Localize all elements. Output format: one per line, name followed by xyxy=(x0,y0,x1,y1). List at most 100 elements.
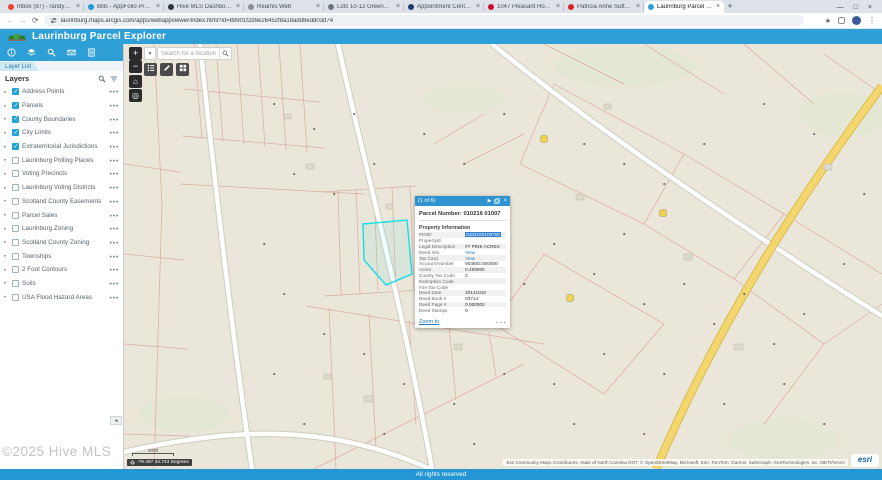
map-viewport[interactable]: + − ⌂ ◎ ▼ (1 of 6) ▶ × xyxy=(124,44,882,469)
tab-close-icon[interactable]: × xyxy=(236,4,240,10)
layer-menu-icon[interactable]: ●●● xyxy=(109,89,119,94)
layer-checkbox[interactable] xyxy=(12,212,19,219)
layer-item-address-points[interactable]: ▸Address Points●●● xyxy=(0,85,123,99)
tax-card-link[interactable]: View xyxy=(465,256,506,261)
popup-titlebar[interactable]: (1 of 6) ▶ × xyxy=(415,196,510,206)
layer-menu-icon[interactable]: ●●● xyxy=(109,103,119,108)
layer-item-laurinburg-zoning[interactable]: ▸Laurinburg Zoning●●● xyxy=(0,222,123,236)
tab-close-icon[interactable]: × xyxy=(396,4,400,10)
layer-item-contours[interactable]: ▸2 Foot Contours●●● xyxy=(0,263,123,277)
layer-menu-icon[interactable]: ●●● xyxy=(109,281,119,286)
browser-tab-greenbrier[interactable]: Lots 10-12 Greenbrier Street N× xyxy=(324,1,404,13)
layer-search-icon[interactable] xyxy=(98,75,106,83)
layer-item-county-easements[interactable]: ▸Scotland County Easements●●● xyxy=(0,195,123,209)
layer-checkbox[interactable] xyxy=(12,294,19,301)
layer-item-townships[interactable]: ▸Townships●●● xyxy=(0,249,123,263)
layer-checkbox[interactable] xyxy=(12,116,19,123)
expand-caret-icon[interactable]: ▸ xyxy=(4,130,9,136)
expand-caret-icon[interactable]: ▸ xyxy=(4,212,9,218)
zoom-out-button[interactable]: − xyxy=(129,60,142,73)
layer-checkbox[interactable] xyxy=(12,102,19,109)
layer-checkbox[interactable] xyxy=(12,184,19,191)
expand-caret-icon[interactable]: ▸ xyxy=(4,239,9,245)
layer-item-soils[interactable]: ▸Soils●●● xyxy=(0,277,123,291)
basemap-layers-icon[interactable] xyxy=(27,48,36,57)
selected-text[interactable]: 0102160100700 xyxy=(465,232,501,237)
layer-checkbox[interactable] xyxy=(12,157,19,164)
window-minimize-button[interactable]: — xyxy=(837,4,844,11)
search-submit-button[interactable] xyxy=(219,48,231,59)
site-settings-icon[interactable] xyxy=(50,17,57,24)
layer-menu-icon[interactable]: ●●● xyxy=(109,240,119,245)
search-icon[interactable] xyxy=(47,48,56,57)
new-tab-button[interactable]: + xyxy=(724,1,736,13)
zoom-in-button[interactable]: + xyxy=(129,47,142,60)
search-input[interactable] xyxy=(158,51,219,57)
layer-checkbox[interactable] xyxy=(12,280,19,287)
layer-menu-icon[interactable]: ●●● xyxy=(109,130,119,135)
layer-checkbox[interactable] xyxy=(12,143,19,150)
expand-caret-icon[interactable]: ▸ xyxy=(4,267,9,273)
layer-item-parcel-sales[interactable]: ▸Parcel Sales●●● xyxy=(0,208,123,222)
expand-caret-icon[interactable]: ▸ xyxy=(4,280,9,286)
layer-menu-icon[interactable]: ●●● xyxy=(109,171,119,176)
layer-item-flood-hazard[interactable]: ▸USA Flood Hazard Areas●●● xyxy=(0,290,123,304)
tab-close-icon[interactable]: × xyxy=(316,4,320,10)
legend-button[interactable] xyxy=(144,63,157,76)
window-close-button[interactable]: × xyxy=(868,4,872,11)
layer-menu-icon[interactable]: ●●● xyxy=(109,254,119,259)
browser-menu-icon[interactable]: ⋮ xyxy=(868,16,876,25)
layer-checkbox[interactable] xyxy=(12,239,19,246)
popup-close-icon[interactable]: × xyxy=(503,198,507,204)
layer-item-city-limits[interactable]: ▸City Limits●●● xyxy=(0,126,123,140)
layer-checkbox[interactable] xyxy=(12,225,19,232)
address-bar[interactable]: laurinburg.maps.arcgis.com/apps/webappvi… xyxy=(44,15,804,26)
back-button[interactable]: ← xyxy=(6,16,14,26)
expand-caret-icon[interactable]: ▸ xyxy=(4,226,9,232)
expand-caret-icon[interactable]: ▸ xyxy=(4,116,9,122)
layer-menu-icon[interactable]: ●●● xyxy=(109,158,119,163)
layer-menu-icon[interactable]: ●●● xyxy=(109,144,119,149)
layer-menu-icon[interactable]: ●●● xyxy=(109,199,119,204)
browser-tab-parcel-explorer[interactable]: Laurinburg Parcel Explorer× xyxy=(644,1,724,13)
layer-menu-icon[interactable]: ●●● xyxy=(109,185,119,190)
popup-more-icon[interactable]: • • • xyxy=(496,320,506,325)
browser-tab-patricia-sutton[interactable]: Patricia Anne Sutton (3 Lots o× xyxy=(564,1,644,13)
zoom-to-link[interactable]: Zoom to xyxy=(419,319,496,325)
layer-menu-icon[interactable]: ●●● xyxy=(109,295,119,300)
layer-item-parcels[interactable]: ▸Parcels●●● xyxy=(0,99,123,113)
layer-item-polling-places[interactable]: ▸Laurinburg Polling Places●●● xyxy=(0,153,123,167)
layer-item-extraterritorial[interactable]: ▸Extraterritorial Jurisdictions●●● xyxy=(0,140,123,154)
popup-next-icon[interactable]: ▶ xyxy=(488,198,492,204)
layer-options-icon[interactable] xyxy=(110,75,118,83)
expand-caret-icon[interactable]: ▸ xyxy=(4,144,9,150)
layer-menu-icon[interactable]: ●●● xyxy=(109,226,119,231)
measure-icon[interactable] xyxy=(67,48,76,57)
layer-menu-icon[interactable]: ●●● xyxy=(109,267,119,272)
browser-tab-reamis[interactable]: Reamis Web× xyxy=(244,1,324,13)
tab-close-icon[interactable]: × xyxy=(636,4,640,10)
report-icon[interactable] xyxy=(87,48,96,57)
tab-close-icon[interactable]: × xyxy=(476,4,480,10)
search-source-dropdown[interactable]: ▼ xyxy=(144,47,156,60)
window-maximize-button[interactable]: □ xyxy=(854,4,858,11)
expand-caret-icon[interactable]: ▸ xyxy=(4,171,9,177)
deed-info-link[interactable]: View xyxy=(465,250,506,255)
layer-checkbox[interactable] xyxy=(12,253,19,260)
basemap-gallery-button[interactable] xyxy=(176,63,189,76)
tab-layer-list[interactable]: Layer List xyxy=(0,62,39,71)
browser-tab-pleasant-hope[interactable]: 1047 Pleasant Hope Rd, Farm× xyxy=(484,1,564,13)
profile-avatar[interactable] xyxy=(852,16,861,25)
layer-menu-icon[interactable]: ●●● xyxy=(109,213,119,218)
expand-caret-icon[interactable]: ▸ xyxy=(4,253,9,259)
layer-item-county-boundaries[interactable]: ▸County Boundaries●●● xyxy=(0,112,123,126)
layer-checkbox[interactable] xyxy=(12,266,19,273)
expand-caret-icon[interactable]: ▸ xyxy=(4,157,9,163)
reload-button[interactable]: ⟳ xyxy=(32,16,39,26)
expand-caret-icon[interactable]: ▸ xyxy=(4,294,9,300)
layer-checkbox[interactable] xyxy=(12,88,19,95)
browser-tab-appointment[interactable]: Appointment Center - Staff - S× xyxy=(404,1,484,13)
tab-close-icon[interactable]: × xyxy=(556,4,560,10)
layer-item-voting-districts[interactable]: ▸Laurinburg Voting Districts●●● xyxy=(0,181,123,195)
tab-close-icon[interactable]: × xyxy=(156,4,160,10)
